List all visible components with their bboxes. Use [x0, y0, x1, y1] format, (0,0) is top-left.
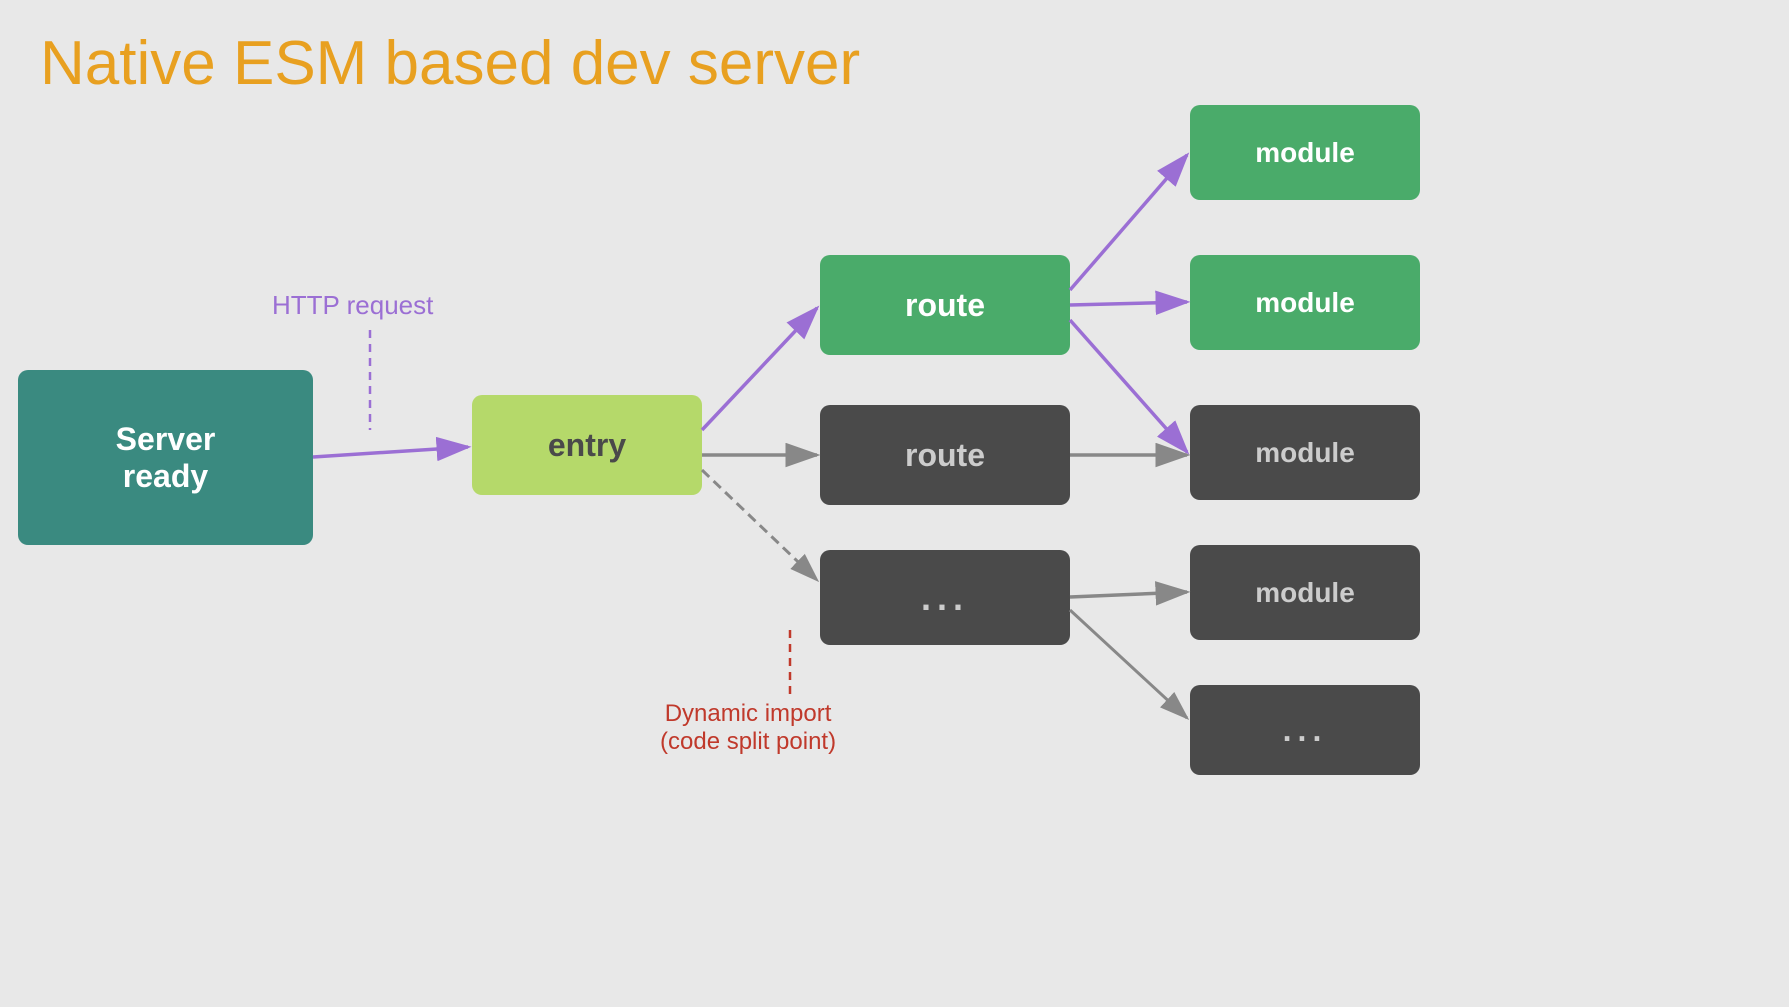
module-5-box: ... — [1190, 685, 1420, 775]
dots-middle-box: ... — [820, 550, 1070, 645]
page-title: Native ESM based dev server — [40, 28, 860, 99]
dynamic-import-label: Dynamic import (code split point) — [660, 700, 836, 756]
module-4-box: module — [1190, 545, 1420, 640]
route-green-box: route — [820, 255, 1070, 355]
http-request-label: HTTP request — [272, 290, 433, 321]
module-3-box: module — [1190, 405, 1420, 500]
entry-box: entry — [472, 395, 702, 495]
route-dark-box: route — [820, 405, 1070, 505]
server-ready-box: Server ready — [18, 370, 313, 545]
module-1-box: module — [1190, 105, 1420, 200]
module-2-box: module — [1190, 255, 1420, 350]
